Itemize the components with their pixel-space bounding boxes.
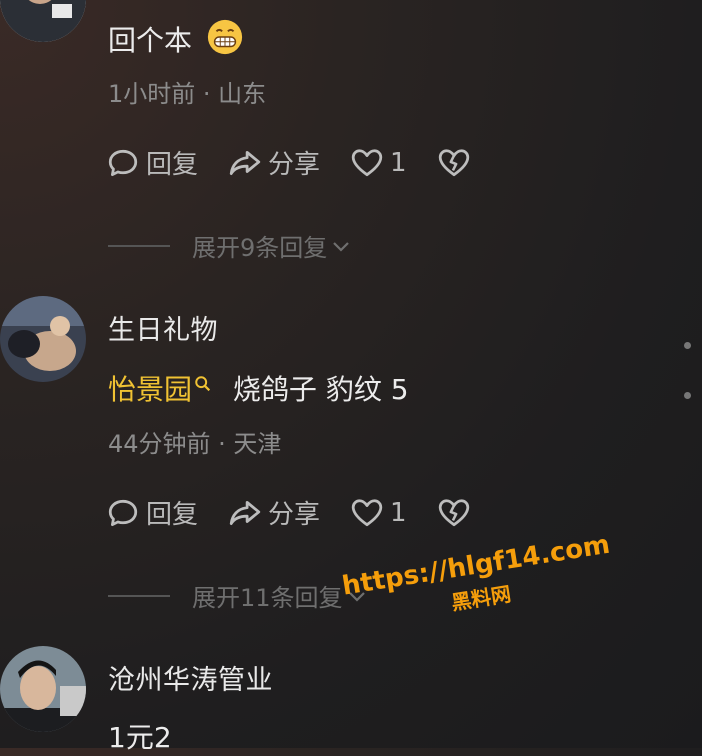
divider-line [108, 594, 170, 597]
location-link[interactable]: 怡景园 [108, 373, 212, 406]
reply-label: 回复 [146, 500, 199, 530]
comment-text: 怡景园 烧鸽子 豹纹 5 [108, 368, 409, 408]
like-count: 1 [390, 147, 407, 178]
reply-label: 回复 [146, 150, 199, 180]
more-options-indicator[interactable] [684, 334, 694, 353]
reply-bubble-icon [108, 149, 138, 176]
divider-line [108, 244, 170, 247]
avatar[interactable] [0, 296, 86, 382]
grin-emoji-icon [206, 18, 244, 56]
expand-replies-label: 展开11条回复 [192, 584, 343, 612]
comment-text: 1元2 [108, 721, 172, 754]
avatar[interactable] [0, 646, 86, 732]
chevron-down-icon [333, 241, 350, 252]
username[interactable]: 沧州华涛管业 [108, 658, 273, 697]
like-count: 1 [390, 497, 407, 528]
like-button[interactable]: 1 [350, 146, 407, 180]
watermark: https://hlgf14.com 黑料网 [340, 530, 617, 633]
avatar[interactable] [0, 0, 86, 42]
dislike-button[interactable] [437, 496, 477, 530]
heart-icon [351, 498, 383, 526]
broken-heart-icon [438, 148, 469, 176]
more-options-indicator[interactable] [684, 384, 694, 403]
comment-meta: 1小时前 · 山东 [108, 80, 267, 108]
share-button[interactable]: 分享 [228, 494, 320, 531]
expand-replies-label: 展开9条回复 [192, 234, 328, 262]
comment-meta: 44分钟前 · 天津 [108, 430, 282, 458]
comment-text: 回个本 [108, 18, 244, 59]
expand-replies-button[interactable]: 展开11条回复 [108, 578, 369, 613]
heart-icon [351, 148, 383, 176]
share-arrow-icon [229, 150, 261, 175]
share-button[interactable]: 分享 [228, 144, 320, 181]
expand-replies-button[interactable]: 展开9条回复 [108, 228, 353, 263]
search-icon [195, 376, 211, 392]
like-button[interactable]: 1 [350, 496, 407, 530]
comment-actions: 回复 分享 1 [106, 494, 507, 531]
reply-bubble-icon [108, 499, 138, 526]
username[interactable]: 生日礼物 [108, 308, 218, 347]
dislike-button[interactable] [437, 146, 477, 180]
reply-button[interactable]: 回复 [106, 144, 198, 181]
share-label: 分享 [268, 500, 321, 530]
share-arrow-icon [229, 500, 261, 525]
comment-body: 烧鸽子 豹纹 5 [232, 373, 409, 406]
share-label: 分享 [268, 150, 321, 180]
broken-heart-icon [438, 498, 469, 526]
comment-actions: 回复 分享 1 [106, 144, 507, 181]
reply-button[interactable]: 回复 [106, 494, 198, 531]
